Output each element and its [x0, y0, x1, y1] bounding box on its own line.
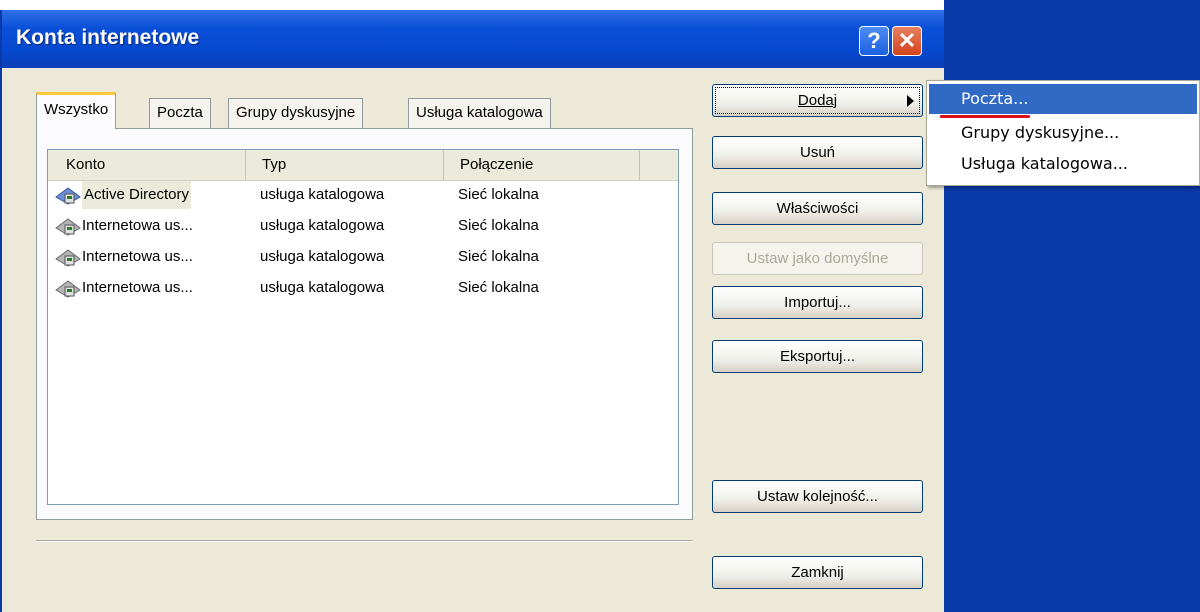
menu-item-grupy-dyskusyjne[interactable]: Grupy dyskusyjne... — [929, 118, 1197, 148]
list-row[interactable]: Internetowa us... usługa katalogowa Sieć… — [48, 212, 678, 240]
title-bar: Konta internetowe ? ✕ — [2, 10, 944, 68]
list-row[interactable]: Internetowa us... usługa katalogowa Sieć… — [48, 274, 678, 302]
row-typ: usługa katalogowa — [260, 217, 385, 234]
tab-poczta[interactable]: Poczta — [149, 98, 211, 128]
set-default-button[interactable]: Ustaw jako domyślne — [712, 242, 923, 275]
list-row[interactable]: Active Directory usługa katalogowa Sieć … — [48, 181, 678, 209]
directory-service-icon — [55, 187, 81, 205]
tab-panel: Konto Typ Połączenie Active Directory us… — [36, 128, 693, 520]
menu-item-usluga-katalogowa[interactable]: Usługa katalogowa... — [929, 149, 1197, 179]
separator — [36, 540, 693, 542]
close-dialog-button[interactable]: Zamknij — [712, 556, 923, 589]
row-polaczenie: Sieć lokalna — [458, 248, 539, 265]
row-polaczenie: Sieć lokalna — [458, 279, 539, 296]
accounts-list[interactable]: Konto Typ Połączenie Active Directory us… — [47, 149, 679, 505]
tab-grupy-dyskusyjne[interactable]: Grupy dyskusyjne — [228, 98, 364, 128]
row-polaczenie: Sieć lokalna — [458, 217, 539, 234]
row-typ: usługa katalogowa — [260, 279, 385, 296]
submenu-arrow-icon — [907, 95, 914, 107]
list-row[interactable]: Internetowa us... usługa katalogowa Sieć… — [48, 243, 678, 271]
export-button[interactable]: Eksportuj... — [712, 340, 923, 373]
directory-service-icon — [55, 218, 81, 236]
window-title: Konta internetowe — [16, 26, 200, 49]
tab-wszystko[interactable]: Wszystko — [36, 92, 117, 129]
add-button[interactable]: Dodaj — [712, 84, 923, 117]
close-button[interactable]: ✕ — [892, 26, 922, 56]
remove-button[interactable]: Usuń — [712, 136, 923, 169]
add-button-label: Dodaj — [797, 92, 838, 109]
annotation-underline — [940, 115, 1030, 118]
row-konto: Internetowa us... — [82, 279, 193, 296]
list-header: Konto Typ Połączenie — [48, 150, 678, 181]
directory-service-icon — [55, 249, 81, 267]
row-polaczenie: Sieć lokalna — [458, 186, 539, 203]
tab-usluga-katalogowa[interactable]: Usługa katalogowa — [408, 98, 551, 128]
help-button[interactable]: ? — [859, 26, 889, 56]
row-konto: Internetowa us... — [82, 217, 193, 234]
menu-item-poczta[interactable]: Poczta... — [929, 84, 1197, 114]
directory-service-icon — [55, 280, 81, 298]
properties-button[interactable]: Właściwości — [712, 192, 923, 225]
add-submenu: Poczta... Grupy dyskusyjne... Usługa kat… — [926, 80, 1200, 186]
column-konto[interactable]: Konto — [48, 150, 246, 180]
row-typ: usługa katalogowa — [260, 186, 385, 203]
row-konto: Internetowa us... — [82, 248, 193, 265]
row-typ: usługa katalogowa — [260, 248, 385, 265]
column-polaczenie[interactable]: Połączenie — [444, 150, 640, 180]
import-button[interactable]: Importuj... — [712, 286, 923, 319]
row-konto: Active Directory — [82, 181, 192, 209]
column-typ[interactable]: Typ — [246, 150, 444, 180]
accounts-dialog: Konta internetowe ? ✕ Wszystko Poczta Gr… — [0, 10, 944, 612]
set-order-button[interactable]: Ustaw kolejność... — [712, 480, 923, 513]
